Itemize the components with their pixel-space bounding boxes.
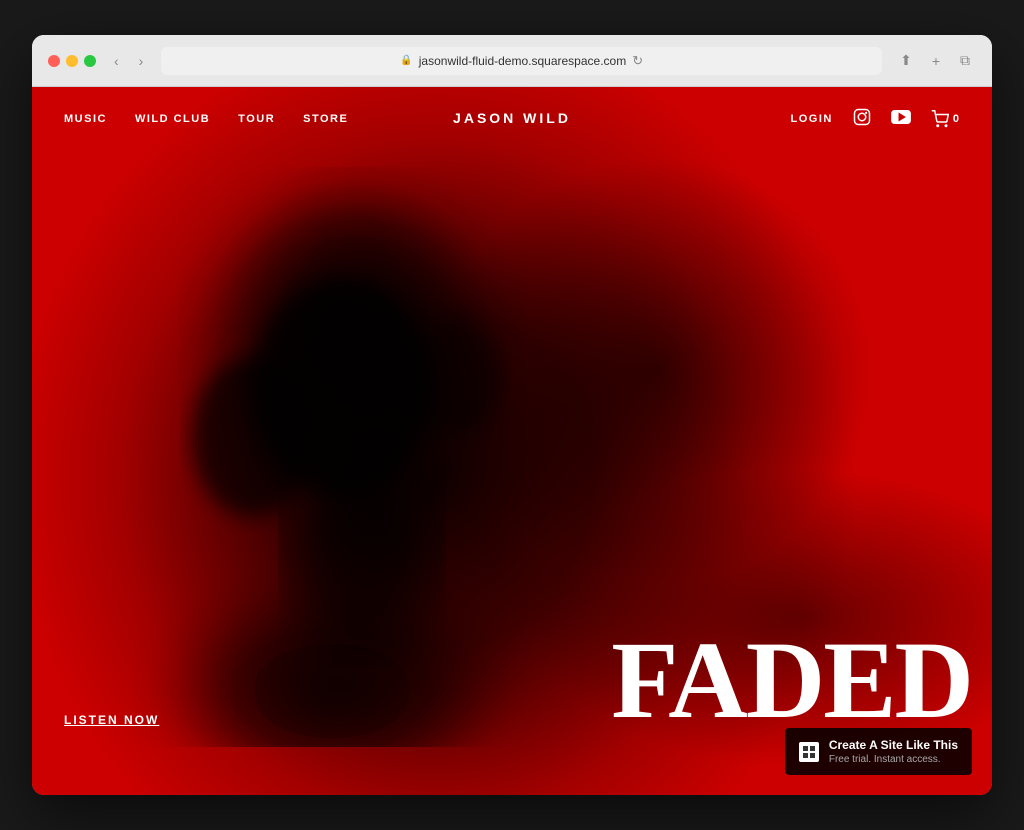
maximize-button[interactable] [84,55,96,67]
browser-window: ‹ › 🔒 jasonwild-fluid-demo.squarespace.c… [32,35,992,795]
minimize-button[interactable] [66,55,78,67]
nav-item-store[interactable]: STORE [303,113,348,125]
browser-chrome: ‹ › 🔒 jasonwild-fluid-demo.squarespace.c… [32,35,992,87]
squarespace-logo [799,742,819,762]
url-text: jasonwild-fluid-demo.squarespace.com [419,54,626,68]
share-button[interactable]: ⬆ [894,48,918,73]
squarespace-text: Create A Site Like This Free trial. Inst… [829,738,958,765]
website-content: MUSIC WILD CLUB TOUR STORE JASON WILD LO… [32,87,992,795]
reload-icon[interactable]: ↻ [632,53,643,69]
nav-item-music[interactable]: MUSIC [64,113,107,125]
forward-icon: › [139,53,144,69]
nav-left: MUSIC WILD CLUB TOUR STORE [64,113,791,125]
listen-now-link[interactable]: LISTEN NOW [64,713,159,727]
nav-login[interactable]: LOGIN [791,113,833,125]
nav-center: JASON WILD [453,110,571,128]
nav-item-tour[interactable]: TOUR [238,113,275,125]
back-button[interactable]: ‹ [108,49,125,73]
close-button[interactable] [48,55,60,67]
cart-button[interactable]: 0 [931,110,960,128]
tabs-button[interactable]: ⧉ [954,48,976,73]
nav-item-wild-club[interactable]: WILD CLUB [135,113,210,125]
site-navigation: MUSIC WILD CLUB TOUR STORE JASON WILD LO… [32,87,992,151]
youtube-icon[interactable] [891,110,911,129]
squarespace-cta-subtitle: Free trial. Instant access. [829,754,958,765]
traffic-lights [48,55,96,67]
back-icon: ‹ [114,53,119,69]
nav-right: LOGIN [791,108,960,131]
forward-button[interactable]: › [133,49,150,73]
browser-nav-controls: ‹ › [108,49,149,73]
site-title: JASON WILD [453,110,571,126]
address-bar[interactable]: 🔒 jasonwild-fluid-demo.squarespace.com ↻ [161,47,882,75]
hero-title: FADED [611,625,972,735]
instagram-icon[interactable] [853,108,871,131]
squarespace-cta-title: Create A Site Like This [829,738,958,752]
browser-actions: ⬆ + ⧉ [894,48,976,73]
cart-count: 0 [953,113,960,125]
new-tab-button[interactable]: + [926,49,946,73]
lock-icon: 🔒 [400,55,412,66]
squarespace-badge[interactable]: Create A Site Like This Free trial. Inst… [785,728,972,775]
